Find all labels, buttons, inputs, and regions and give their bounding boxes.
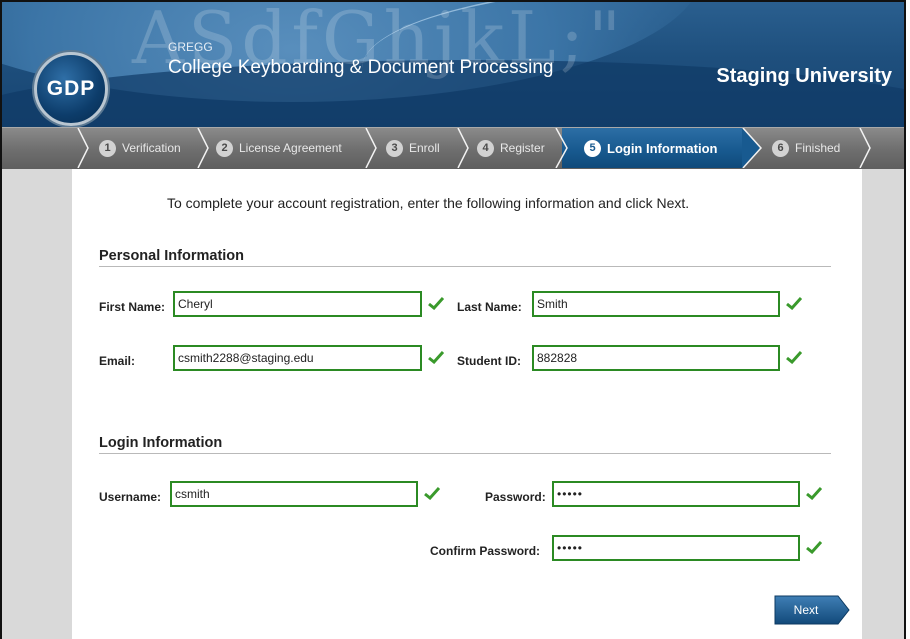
chevron-separator-icon: [197, 128, 209, 168]
step-label: Enroll: [409, 141, 440, 155]
step-register: 4 Register: [477, 128, 545, 168]
app-window: ASdfGhjkL;" GDP GREGG College Keyboardin…: [0, 0, 906, 639]
chevron-separator-icon: [457, 128, 469, 168]
password-field[interactable]: [552, 481, 800, 507]
step-progress-bar: 1 Verification 2 License Agreement 3 Enr…: [2, 127, 904, 172]
chevron-separator-icon: [555, 128, 568, 168]
last-name-field[interactable]: [532, 291, 780, 317]
chevron-separator-icon: [365, 128, 377, 168]
first-name-field[interactable]: [173, 291, 422, 317]
left-margin: [2, 169, 72, 639]
step-number: 1: [99, 139, 116, 157]
brand-title: College Keyboarding & Document Processin…: [168, 57, 554, 78]
section-divider: [99, 453, 831, 454]
chevron-separator-icon: [77, 128, 89, 168]
email-label: Email:: [99, 354, 136, 368]
student-id-label: Student ID:: [457, 354, 521, 368]
valid-check-icon: [806, 540, 822, 554]
step-number: 2: [216, 139, 233, 157]
instructions-text: To complete your account registration, e…: [167, 195, 690, 211]
personal-info-heading: Personal Information: [99, 248, 245, 264]
registration-form: To complete your account registration, e…: [72, 169, 862, 639]
step-label: Register: [500, 141, 545, 155]
valid-check-icon: [786, 296, 802, 310]
username-label: Username:: [99, 490, 162, 504]
login-info-heading: Login Information: [99, 435, 223, 451]
password-label: Password:: [485, 490, 546, 504]
valid-check-icon: [786, 350, 802, 364]
university-name: Staging University: [716, 65, 892, 87]
step-label: Finished: [795, 141, 841, 155]
last-name-label: Last Name:: [457, 300, 522, 314]
valid-check-icon: [806, 486, 822, 500]
chevron-separator-icon: [859, 128, 871, 168]
confirm-password-field[interactable]: [552, 535, 800, 561]
section-divider: [99, 266, 831, 267]
step-license-agreement: 2 License Agreement: [216, 128, 342, 168]
student-id-field[interactable]: [532, 345, 780, 371]
step-enroll: 3 Enroll: [386, 128, 440, 168]
next-button[interactable]: Next: [774, 595, 850, 625]
step-number: 6: [772, 139, 789, 157]
header-banner: ASdfGhjkL;" GDP GREGG College Keyboardin…: [2, 2, 904, 127]
brand-small-text: GREGG: [168, 40, 213, 54]
gdp-logo: GDP: [34, 52, 108, 126]
step-number: 3: [386, 139, 403, 157]
step-number: 5: [584, 139, 601, 157]
next-button-label: Next: [794, 603, 819, 617]
step-login-information: 5 Login Information: [562, 128, 742, 168]
step-label: Login Information: [607, 140, 718, 156]
username-field[interactable]: [170, 481, 418, 507]
step-verification: 1 Verification: [99, 128, 181, 168]
step-number: 4: [477, 139, 494, 157]
valid-check-icon: [428, 350, 444, 364]
confirm-password-label: Confirm Password:: [430, 544, 541, 558]
first-name-label: First Name:: [99, 300, 166, 314]
valid-check-icon: [428, 296, 444, 310]
step-label: License Agreement: [239, 141, 342, 155]
step-finished: 6 Finished: [772, 128, 840, 168]
email-field[interactable]: [173, 345, 422, 371]
valid-check-icon: [424, 486, 440, 500]
step-label: Verification: [122, 141, 181, 155]
active-step-arrow-icon: [742, 128, 762, 168]
right-margin: [858, 169, 904, 639]
